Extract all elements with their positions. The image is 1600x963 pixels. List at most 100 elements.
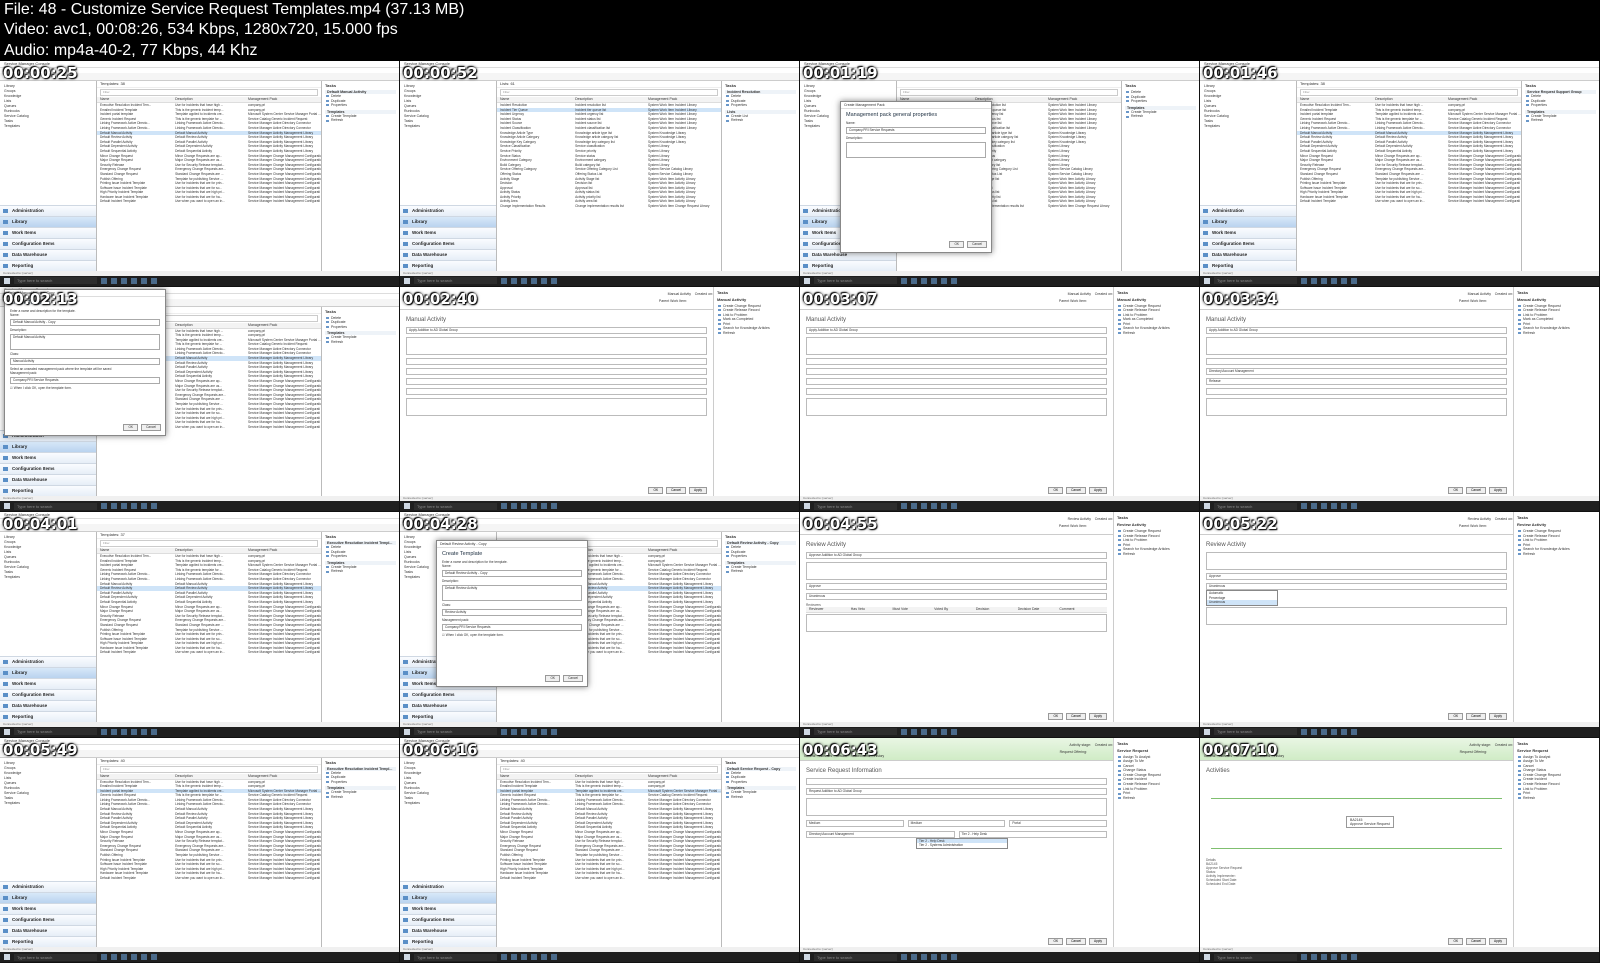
stage-field[interactable]: Release (1206, 377, 1507, 385)
approval-condition-field[interactable]: Unanimous (806, 593, 1107, 600)
taskbar-app-icon[interactable] (1331, 277, 1337, 284)
taskbar-app-icon[interactable] (1301, 277, 1307, 284)
taskbar-app-icon[interactable] (921, 503, 927, 509)
taskbar-app-icon[interactable] (141, 954, 147, 960)
workspace-work-items[interactable]: Work Items (0, 452, 96, 463)
workspace-configuration-items[interactable]: Configuration Items (0, 914, 96, 925)
workspace-library[interactable]: Library (0, 215, 96, 227)
workspace-library[interactable]: Library (400, 215, 496, 227)
start-icon[interactable] (804, 954, 810, 960)
priority-field[interactable]: Medium (907, 819, 1006, 827)
workspace-administration[interactable]: Administration (400, 204, 496, 216)
taskbar-app-icon[interactable] (111, 503, 117, 509)
task-item[interactable]: Refresh (1125, 114, 1196, 119)
workspace-reporting[interactable]: Reporting (400, 710, 496, 722)
taskbar-app-icon[interactable] (921, 954, 927, 960)
task-item[interactable]: Refresh (325, 340, 396, 345)
taskbar-app-icon[interactable] (1301, 728, 1307, 735)
task-item[interactable]: Refresh (325, 118, 396, 123)
taskbar-app-icon[interactable] (1311, 728, 1317, 735)
taskbar-app-icon[interactable] (121, 503, 127, 509)
title-field[interactable]: Apply Addition to AD Global Group (1206, 326, 1507, 334)
ok-button[interactable]: OK (123, 423, 139, 431)
ok-button[interactable]: OK (1048, 938, 1064, 945)
workspace-administration[interactable]: Administration (1200, 204, 1296, 216)
taskbar-app-icon[interactable] (931, 503, 937, 509)
tree-item[interactable]: Templates (4, 801, 93, 806)
filter-input[interactable]: Filter (100, 89, 318, 96)
taskbar-app-icon[interactable] (931, 954, 937, 960)
taskbar-app-icon[interactable] (911, 277, 917, 284)
task-item[interactable]: Refresh (725, 569, 796, 574)
task-properties[interactable]: Properties (1525, 103, 1596, 108)
cancel-button[interactable]: Cancel (1066, 712, 1087, 720)
workspace-reporting[interactable]: Reporting (0, 485, 96, 496)
workspace-configuration-items[interactable]: Configuration Items (0, 237, 96, 249)
taskbar-app-icon[interactable] (111, 728, 117, 735)
taskbar-search[interactable]: Type here to search (414, 277, 497, 284)
taskbar-app-icon[interactable] (941, 954, 947, 960)
class-field[interactable]: Manual Activity (10, 357, 160, 365)
taskbar-app-icon[interactable] (1331, 954, 1337, 960)
management-pack-field[interactable]: Company.PRI Service Requests (10, 376, 160, 384)
dropdown-option[interactable]: Unanimous (1207, 600, 1277, 605)
title-field[interactable]: Apply Addition to AD Global Group (406, 326, 707, 334)
table-row[interactable]: Default Incident Template Use when you wa… (97, 650, 321, 655)
taskbar-app-icon[interactable] (501, 954, 507, 960)
taskbar-app-icon[interactable] (901, 954, 907, 960)
taskbar-app-icon[interactable] (501, 277, 507, 284)
taskbar-app-icon[interactable] (131, 954, 137, 960)
taskbar-search[interactable]: Type here to search (14, 953, 97, 961)
taskbar-app-icon[interactable] (1331, 503, 1337, 509)
taskbar-app-icon[interactable] (551, 728, 557, 735)
cancel-button[interactable]: Cancel (1066, 487, 1087, 494)
workspace-reporting[interactable]: Reporting (400, 936, 496, 947)
workspace-library[interactable]: Library (1200, 215, 1296, 227)
taskbar-app-icon[interactable] (1351, 954, 1357, 960)
taskbar-app-icon[interactable] (1321, 954, 1327, 960)
area-field[interactable] (806, 367, 1107, 375)
workspace-reporting[interactable]: Reporting (800, 259, 896, 271)
taskbar-app-icon[interactable] (1341, 728, 1347, 735)
taskbar-app-icon[interactable] (911, 728, 917, 735)
apply-button[interactable]: Apply (1089, 487, 1107, 494)
workspace-reporting[interactable]: Reporting (400, 259, 496, 271)
description-field[interactable]: Default Review Activity (442, 585, 582, 601)
apply-button[interactable]: Apply (689, 487, 707, 494)
tree-item[interactable]: Templates (404, 801, 493, 806)
filter-input[interactable]: Filter (100, 765, 318, 773)
start-icon[interactable] (804, 728, 810, 735)
cancel-button[interactable]: Cancel (141, 423, 161, 431)
taskbar-app-icon[interactable] (911, 503, 917, 509)
cancel-button[interactable]: Cancel (666, 487, 687, 494)
workspace-library[interactable]: Library (0, 441, 96, 452)
taskbar-app-icon[interactable] (931, 728, 937, 735)
support-group-dropdown[interactable]: Tier 2 - Help Desk Tier 2 - Systems Admin… (916, 837, 1008, 849)
column-management-pack[interactable]: Management Pack (648, 548, 721, 553)
title-field[interactable]: Apply Addition to AD Global Group (806, 326, 1107, 334)
taskbar-app-icon[interactable] (521, 277, 527, 284)
workspace-work-items[interactable]: Work Items (400, 903, 496, 914)
form-task-item[interactable]: Refresh (1117, 331, 1196, 336)
tree-item[interactable]: Templates (404, 124, 493, 129)
activity-implementer-field[interactable] (406, 357, 707, 365)
taskbar-app-icon[interactable] (901, 277, 907, 284)
apply-button[interactable]: Apply (1089, 938, 1107, 945)
taskbar-app-icon[interactable] (541, 728, 547, 735)
form-task-item[interactable]: Refresh (1517, 796, 1596, 801)
stage-field[interactable] (406, 377, 707, 385)
column-name[interactable]: Name (500, 97, 575, 102)
taskbar-app-icon[interactable] (941, 728, 947, 735)
taskbar-app-icon[interactable] (111, 277, 117, 284)
task-item[interactable]: Refresh (325, 569, 396, 574)
taskbar-app-icon[interactable] (901, 503, 907, 509)
taskbar-app-icon[interactable] (101, 954, 107, 960)
stage-field[interactable]: Approve (1206, 573, 1507, 580)
workspace-data-warehouse[interactable]: Data Warehouse (0, 925, 96, 936)
workspace-configuration-items[interactable]: Configuration Items (1200, 237, 1296, 249)
description-field[interactable] (806, 797, 1107, 816)
task-properties[interactable]: Properties (325, 554, 396, 559)
taskbar-app-icon[interactable] (1301, 503, 1307, 509)
filter-input[interactable]: Filter (100, 540, 318, 547)
taskbar-app-icon[interactable] (941, 503, 947, 509)
